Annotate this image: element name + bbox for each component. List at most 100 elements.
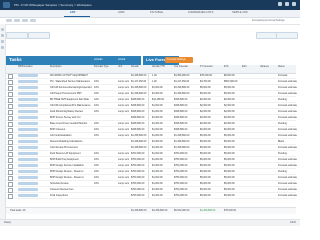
cell-a: $348,800.00 — [131, 127, 145, 131]
cell-desc[interactable]: Final Inspections — [50, 194, 92, 197]
cell-d: $75,000.00 — [200, 73, 212, 77]
col-header[interactable]: WBS/Location — [18, 66, 33, 68]
cell-type: 10% — [94, 85, 99, 89]
sidebar-settings-icon[interactable] — [1, 46, 4, 49]
cell-b: $1,000.00 — [152, 109, 163, 113]
row-checkbox[interactable] — [8, 194, 13, 199]
cell-desc[interactable]: Field Review LAT Equipment — [50, 152, 92, 155]
sidebar-list-icon[interactable] — [1, 34, 4, 37]
cell-desc[interactable]: Cost Review Procurement — [50, 146, 92, 149]
toolbar-button[interactable] — [14, 19, 20, 22]
group-header-label: Actuals — [94, 58, 103, 61]
cell-b: $12,458.00 — [152, 97, 164, 101]
col-header[interactable]: ETC — [224, 66, 229, 68]
col-header[interactable]: Forecast Type — [94, 66, 109, 68]
cell-b: $1,000.00 — [152, 181, 163, 185]
cell-c: $750,000.00 — [174, 193, 188, 197]
cell-status: Forecast estimate — [278, 163, 297, 167]
cell-a: $1,348,800.00 — [131, 91, 147, 95]
filter-chip[interactable] — [256, 32, 278, 39]
col-header[interactable]: Live Forecast — [174, 66, 188, 68]
col-header[interactable]: FY Forecast — [200, 66, 212, 68]
cell-desc[interactable]: BOP Screen Survey and Cut — [50, 116, 92, 119]
cell-b: $1,000.00 — [152, 139, 163, 143]
filter-chip[interactable] — [276, 32, 298, 39]
cell-unit: Lump sum — [118, 163, 130, 167]
cell-desc[interactable]: CR-CM Services-Remaining/Inspections — [50, 86, 92, 89]
cell-a: $750,000.00 — [131, 169, 145, 173]
cell-a: $1,348,800.00 — [131, 139, 147, 143]
close-icon[interactable] — [292, 2, 296, 6]
cell-desc[interactable]: Base Lines Drone Geofield Monitor — [50, 122, 92, 125]
cell-e: $5,000.00 — [224, 163, 235, 167]
cell-d: $2,000.00 — [200, 121, 211, 125]
forecast-settings-button[interactable]: Forecast Settings — [165, 57, 193, 63]
cell-desc[interactable]: CR-Project Procurement PMT — [50, 92, 92, 95]
cell-c: $4,350,000.00 — [174, 73, 190, 77]
cell-desc[interactable]: Review Modelling Calculations — [50, 140, 92, 143]
cell-desc[interactable]: Schedule Review — [50, 182, 92, 185]
toolbar-settings-label[interactable]: Forecasting & Accrual Settings — [252, 19, 285, 22]
cell-desc[interactable]: BD TREE SMT Equipment Site Wide — [50, 98, 92, 101]
cell-desc[interactable]: CR-CM Compliance/Pmt Maintenance — [50, 104, 92, 107]
tab-bar: LIST GRID PIV-TABLE SUMMARIZED LISTS SIM… — [0, 10, 300, 18]
cell-type: 10% — [94, 151, 99, 155]
cell-b: $1,000.00 — [152, 193, 163, 197]
cell-desc[interactable]: BOP Design Service Installation — [50, 164, 92, 167]
maximize-icon[interactable] — [285, 2, 289, 6]
cell-d: $5,000.00 — [200, 151, 211, 155]
toolbar-button[interactable] — [6, 19, 12, 22]
cell-a: $1,117,450.00 — [131, 79, 147, 83]
tab-piv-table[interactable]: PIV-TABLE — [150, 11, 163, 14]
cell-c: $1,348,800.00 — [174, 139, 190, 143]
cell-type: 10% — [94, 79, 99, 83]
tab-grid[interactable]: GRID — [118, 11, 124, 14]
cell-status: Pending — [278, 169, 287, 173]
cell-a: $1,348,800.00 — [131, 133, 147, 137]
col-header[interactable]: Actuals — [131, 66, 139, 68]
col-header[interactable]: Status — [278, 66, 285, 68]
cell-status: Forecast estimate — [278, 193, 297, 197]
toolbar-button[interactable] — [22, 19, 28, 22]
toolbar-button[interactable] — [30, 19, 36, 22]
cell-unit: Lump sum — [118, 91, 130, 95]
zoom-level[interactable]: 100% — [290, 221, 296, 224]
col-header[interactable]: Variance — [260, 66, 269, 68]
cell-desc[interactable]: Closeout Review Fuel — [50, 188, 92, 191]
cell-status: Forecast estimate — [278, 85, 297, 89]
col-header[interactable]: Unit — [118, 66, 122, 68]
footer-total: $1,348,800.00 — [131, 209, 147, 212]
cell-desc[interactable]: BOP Design Review - Stream-2 — [50, 176, 92, 179]
cell-c: $750,000.00 — [174, 175, 188, 179]
tab-simple-crs[interactable]: SIMPLE CRS — [232, 11, 248, 14]
cell-c: $1,117,450.00 — [174, 79, 190, 83]
sidebar-chart-icon[interactable] — [1, 40, 4, 43]
col-header[interactable]: EAC — [242, 66, 247, 68]
cell-e: $5,000.00 — [224, 145, 235, 149]
filter-chip[interactable] — [6, 32, 28, 39]
table-row[interactable]: Final Inspections $750,000.00 $1,000.00 $75… — [6, 193, 297, 199]
cell-b: $1,000.00 — [152, 151, 163, 155]
cell-e: $2,000.00 — [224, 97, 235, 101]
tab-list[interactable]: LIST — [70, 11, 76, 14]
cell-desc[interactable]: BOP Design Review - Stream-1 — [50, 170, 92, 173]
sidebar-home-icon[interactable] — [1, 28, 4, 31]
task-table: WA WORK ACTIVITY-EQUIPMENT $1,348,800.00 1… — [6, 73, 297, 199]
col-header[interactable]: Description — [50, 66, 62, 68]
minimize-icon[interactable] — [278, 2, 282, 6]
cell-unit: Lump sum — [118, 181, 130, 185]
cell-desc[interactable]: Field Monitoring/Safety Review — [50, 110, 92, 113]
cell-desc[interactable]: BOP Closeout — [50, 128, 92, 131]
status-bar: Ready 100% — [0, 219, 300, 226]
cell-desc[interactable]: BOP Build Prep Equipment — [50, 158, 92, 161]
group-header: Actuals Actual — [88, 56, 141, 65]
filter-chip[interactable] — [28, 32, 50, 39]
wbs-indicator — [18, 182, 38, 185]
cell-d: $5,000.00 — [200, 133, 211, 137]
cell-desc[interactable]: PO - Watershed Service Maintenance — [50, 80, 92, 83]
tab-summarized-lists[interactable]: SUMMARIZED LISTS — [188, 11, 213, 14]
col-header[interactable]: Actuals YTD — [152, 66, 165, 68]
cell-desc[interactable]: WA WORK ACTIVITY-EQUIPMENT — [50, 74, 92, 77]
window-title: PM - FY20 Whitepaper Samples > Summary >… — [14, 3, 92, 7]
cell-desc[interactable]: Job Final Evaluation — [50, 134, 92, 137]
